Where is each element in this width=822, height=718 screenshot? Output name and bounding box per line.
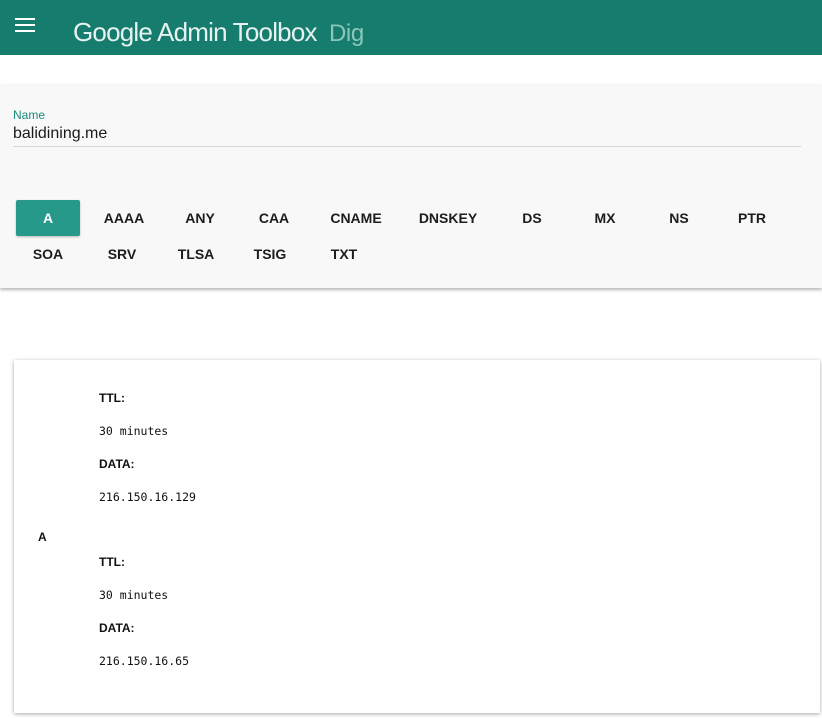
name-field-label: Name — [13, 108, 46, 122]
app-bar: Google Admin Toolbox Dig — [0, 0, 822, 55]
ttl-label: TTL: — [99, 555, 125, 569]
record-type-soa-button[interactable]: SOA — [16, 236, 80, 272]
record-type-txt-button[interactable]: TXT — [312, 236, 376, 272]
record-type-mx-button[interactable]: MX — [573, 200, 637, 236]
record-type-a-button[interactable]: A — [16, 200, 80, 236]
record-type-tlsa-button[interactable]: TLSA — [164, 236, 228, 272]
app-title: Google Admin Toolbox — [73, 17, 318, 47]
record-type-ptr-button[interactable]: PTR — [720, 200, 784, 236]
record-type-aaaa-button[interactable]: AAAA — [92, 200, 156, 236]
data-value: 216.150.16.65 — [99, 654, 190, 668]
query-panel: Name A AAAA ANY CAA CNAME DNSKEY DS MX N… — [0, 84, 822, 288]
record-type-label: A — [38, 530, 47, 544]
data-label: DATA: — [99, 457, 135, 471]
menu-icon[interactable] — [15, 17, 35, 35]
results-card: TTL: 30 minutes DATA: 216.150.16.129 A T… — [14, 360, 820, 713]
record-type-ds-button[interactable]: DS — [500, 200, 564, 236]
record-type-dnskey-button[interactable]: DNSKEY — [416, 200, 480, 236]
app-subtitle: Dig — [329, 20, 364, 47]
data-label: DATA: — [99, 621, 135, 635]
ttl-label: TTL: — [99, 391, 125, 405]
ttl-value: 30 minutes — [99, 424, 169, 438]
record-type-cname-button[interactable]: CNAME — [324, 200, 388, 236]
name-input[interactable] — [13, 122, 801, 147]
record-type-any-button[interactable]: ANY — [168, 200, 232, 236]
ttl-value: 30 minutes — [99, 588, 169, 602]
record-type-srv-button[interactable]: SRV — [90, 236, 154, 272]
data-value: 216.150.16.129 — [99, 490, 196, 504]
record-type-tsig-button[interactable]: TSIG — [238, 236, 302, 272]
record-type-ns-button[interactable]: NS — [647, 200, 711, 236]
record-type-caa-button[interactable]: CAA — [242, 200, 306, 236]
